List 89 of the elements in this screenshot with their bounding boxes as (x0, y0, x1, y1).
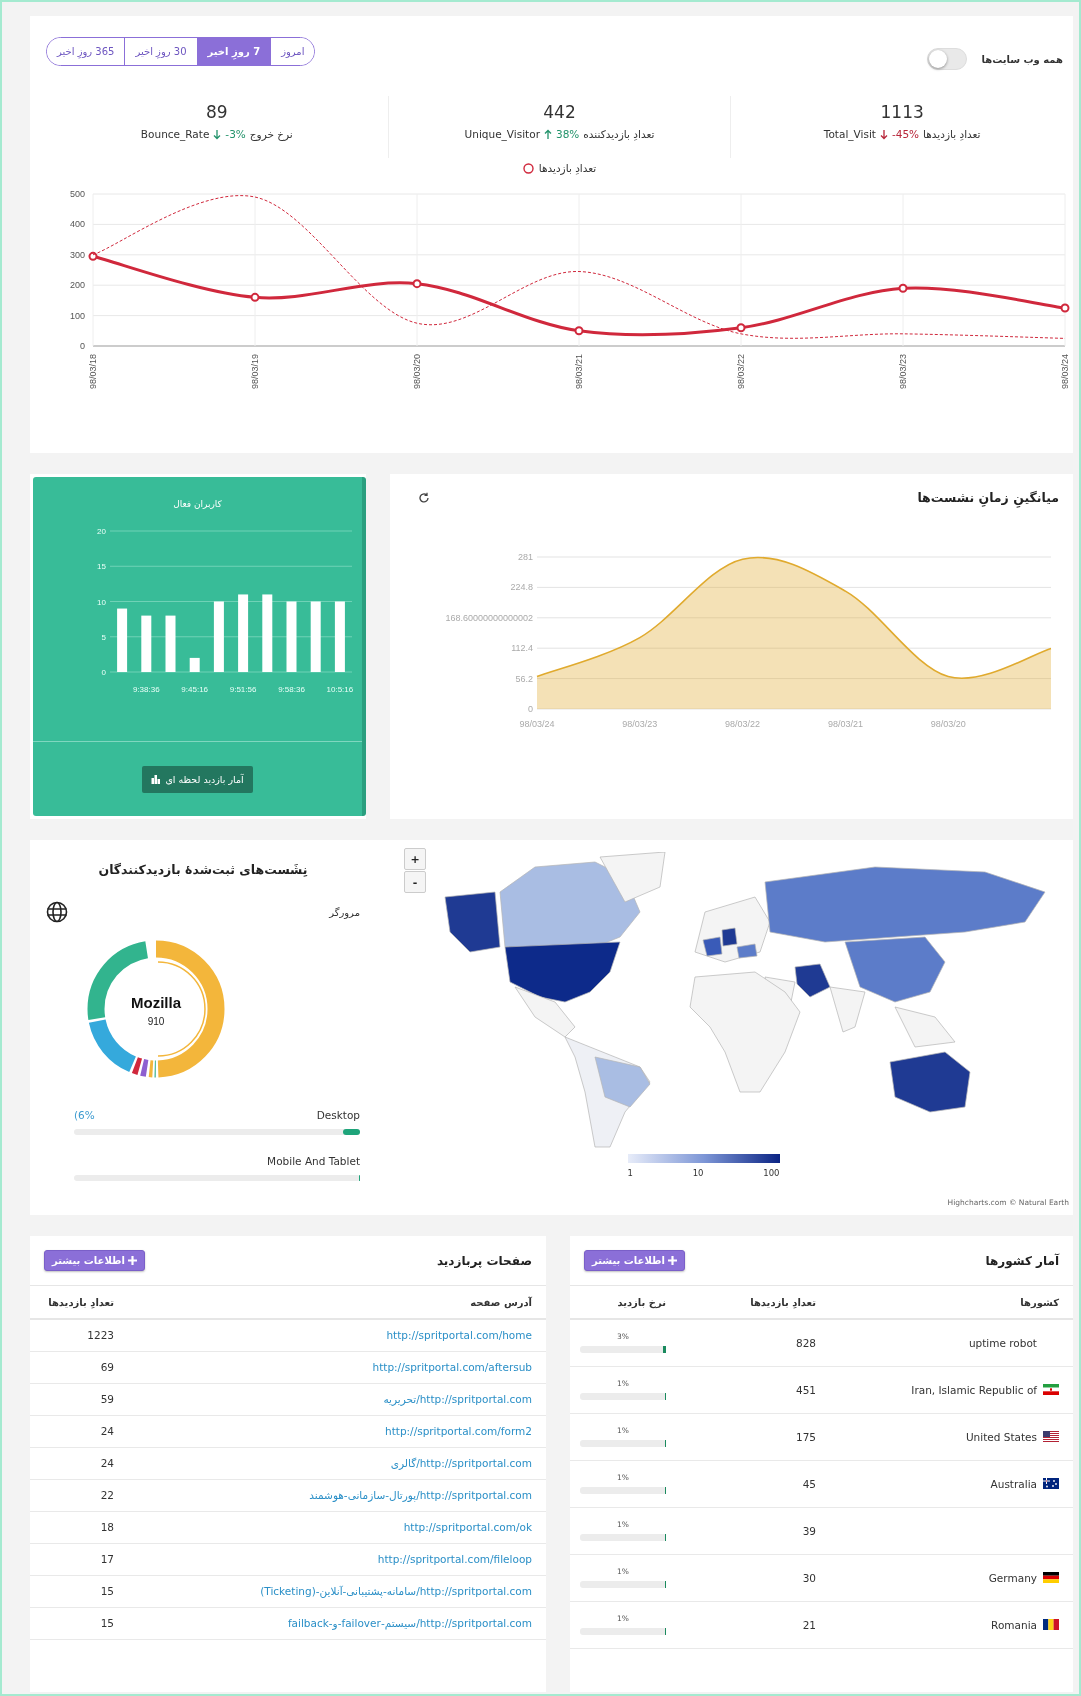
axis-label: 98/03/21 (574, 354, 584, 390)
stat-key: Bounce_Rate (140, 128, 210, 140)
axis-label: 500 (69, 189, 85, 199)
axis-label: 98/03/24 (1060, 354, 1070, 390)
axis-label: 200 (69, 280, 85, 291)
stat-key: Total_Visit (823, 128, 876, 140)
device-label: Desktop (316, 1109, 360, 1121)
axis-label: 400 (69, 219, 85, 230)
stat-value: 1113 (879, 102, 925, 122)
axis-label: 98/03/24 (519, 719, 555, 729)
stat-label: نرخ خروج (249, 128, 293, 140)
axis-label: 56.2 (515, 673, 533, 684)
country-name: Germany (988, 1571, 1037, 1584)
chart-title: کاربران فعال (172, 499, 223, 509)
scale-label: 10 (692, 1168, 704, 1178)
scale-label: 1 (627, 1168, 633, 1178)
axis-label: 15 (97, 562, 106, 572)
axis-label: 9:45:16 (181, 685, 209, 694)
axis-label: 9:38:36 (132, 685, 160, 694)
table-cell: 451 (680, 1366, 830, 1413)
axis-label: 98/03/23 (898, 354, 908, 390)
stat-change: -3% (225, 128, 246, 140)
stat-change: -45% (891, 128, 920, 140)
legend-label: تعدادِ بازدیدها (538, 162, 597, 174)
country-name: United States (965, 1430, 1037, 1443)
donut-center-value: 910 (147, 1016, 165, 1027)
axis-label: 112.4 (511, 643, 533, 654)
column-header: آدرس صفحه (128, 1286, 546, 1319)
table-cell: 828 (680, 1319, 830, 1366)
table-cell: 15 (30, 1607, 128, 1639)
scale-label: 100 (763, 1168, 780, 1178)
table-cell: 22 (30, 1479, 128, 1511)
axis-label: 300 (69, 249, 85, 260)
browser-label: مرورگر (329, 906, 360, 918)
table-cell: 15 (30, 1575, 128, 1607)
toggle-label: همه وب سایت‌ها (981, 53, 1063, 65)
table-cell: 45 (680, 1460, 830, 1507)
axis-label: 98/03/21 (827, 719, 863, 729)
stat-change: 38% (556, 128, 580, 140)
axis-label: 168.60000000000002 (445, 612, 533, 623)
axis-label: 98/03/18 (88, 354, 98, 390)
stat-label: تعدادِ بازدیدها (923, 128, 981, 140)
stat-label: تعدادِ بازدیدکننده (583, 128, 655, 140)
stat-key: Unique_Visitor (464, 128, 540, 140)
table-cell: 21 (680, 1601, 830, 1648)
country-name: Romania (991, 1618, 1037, 1631)
axis-label: 10:5:16 (326, 685, 354, 694)
axis-label: 10 (97, 597, 106, 607)
axis-label: 5 (101, 632, 106, 642)
axis-label: 98/03/20 (412, 354, 422, 390)
table-cell: 17 (30, 1543, 128, 1575)
column-header: نرخ بازدید (570, 1286, 680, 1319)
table-cell: 30 (680, 1554, 830, 1601)
axis-label: 224.8 (510, 582, 533, 593)
table-cell: 1223 (30, 1319, 128, 1351)
axis-label: 98/03/22 (736, 354, 746, 390)
country-name: Iran, Islamic Republic of (911, 1383, 1037, 1396)
axis-label: 98/03/23 (622, 719, 658, 729)
donut-center-label: Mozilla (131, 994, 181, 1011)
device-label: Mobile And Tablet (267, 1155, 360, 1167)
table-cell: 18 (30, 1511, 128, 1543)
axis-label: 9:58:36 (278, 685, 305, 694)
axis-label: 98/03/19 (250, 354, 260, 390)
column-header: تعدادِ بازدیدها (680, 1286, 830, 1319)
country-name: uptime robot (968, 1336, 1037, 1349)
stat-value: 89 (205, 102, 229, 122)
card-title: نِشَست‌های ثبت‌شدهٔ بازدیدکنندگان (97, 862, 309, 877)
table-cell: 69 (30, 1351, 128, 1383)
card-title: صفحات پربازدید (436, 1253, 532, 1268)
axis-label: 0 (80, 341, 85, 351)
axis-label: 98/03/22 (725, 719, 761, 729)
table-cell: 59 (30, 1383, 128, 1415)
axis-label: 0 (101, 668, 106, 677)
device-percent: (6% (74, 1109, 95, 1121)
stat-value: 442 (542, 102, 577, 122)
country-name: Australia (990, 1477, 1037, 1490)
column-header: تعدادِ بازدیدها (30, 1286, 128, 1319)
axis-label: 9:51:56 (229, 685, 257, 694)
table-cell: 24 (30, 1415, 128, 1447)
table-cell: 175 (680, 1413, 830, 1460)
axis-label: 100 (69, 310, 85, 321)
axis-label: 281 (517, 552, 533, 562)
table-cell: 24 (30, 1447, 128, 1479)
axis-label: 98/03/20 (930, 719, 966, 729)
card-title: آمار کشورها (985, 1253, 1059, 1268)
axis-label: 0 (528, 704, 533, 714)
column-header: کشورها (830, 1286, 1073, 1319)
axis-label: 20 (97, 527, 106, 536)
table-cell: 39 (680, 1507, 830, 1554)
